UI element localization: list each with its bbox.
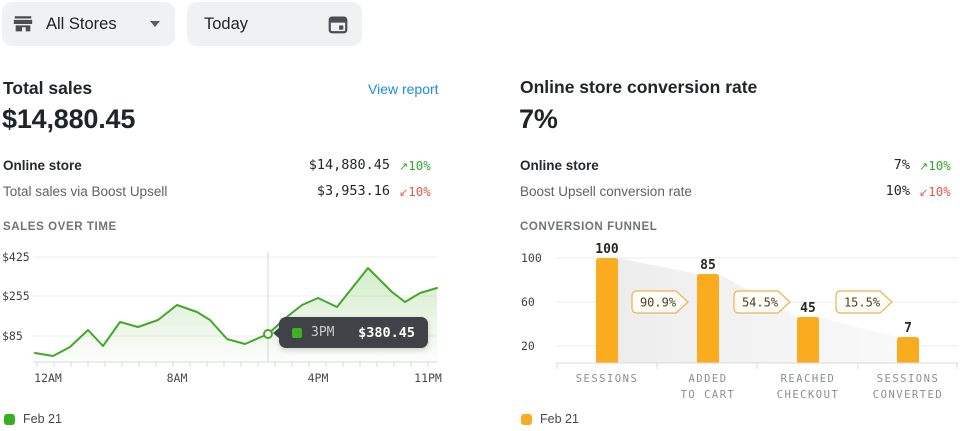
date-selector-label: Today bbox=[204, 15, 248, 34]
change-value: 10% bbox=[928, 184, 951, 199]
y-tick-label: $255 bbox=[2, 289, 30, 303]
row-label: Boost Upsell conversion rate bbox=[520, 184, 886, 199]
row-value: $3,953.16 bbox=[317, 183, 390, 199]
sales-chart-section-title: SALES OVER TIME bbox=[3, 221, 117, 233]
legend-swatch-green bbox=[4, 414, 15, 425]
category-label: TO CART bbox=[681, 389, 736, 401]
sales-row-online-store: Online store $14,880.45 ↗ 10% bbox=[3, 153, 437, 177]
change-indicator: ↙ 10% bbox=[399, 184, 437, 199]
calendar-icon bbox=[327, 13, 349, 35]
x-axis-ticks bbox=[557, 363, 957, 369]
change-indicator: ↗ 10% bbox=[399, 158, 437, 173]
category-label: SESSIONS bbox=[576, 373, 639, 385]
category-label: CONVERTED bbox=[873, 389, 943, 401]
y-tick-label: $425 bbox=[2, 250, 30, 264]
y-tick-label: $85 bbox=[2, 329, 23, 343]
x-tick-label: 4PM bbox=[308, 371, 329, 385]
funnel-section-title: CONVERSION FUNNEL bbox=[520, 221, 657, 233]
category-label: CHECKOUT bbox=[777, 389, 840, 401]
x-tick-label: 12AM bbox=[34, 371, 62, 385]
conversion-panel-title: Online store conversion rate bbox=[520, 77, 757, 98]
bar-value-label: 100 bbox=[595, 242, 619, 257]
store-selector-label: All Stores bbox=[46, 15, 117, 34]
change-indicator: ↙ 10% bbox=[919, 184, 957, 199]
row-label: Online store bbox=[3, 158, 309, 173]
storefront-icon bbox=[12, 13, 34, 35]
conversion-row-boost-upsell: Boost Upsell conversion rate 10% ↙ 10% bbox=[520, 179, 957, 203]
y-tick-label: 20 bbox=[521, 339, 535, 353]
x-tick-label: 11PM bbox=[414, 371, 442, 385]
legend-label: Feb 21 bbox=[540, 412, 579, 426]
row-value: $14,880.45 bbox=[309, 157, 390, 173]
tooltip-time: 3PM bbox=[311, 325, 334, 340]
funnel-legend: Feb 21 bbox=[521, 412, 579, 426]
conversion-funnel-chart[interactable]: 90.9% 54.5% 15.5% 100 85 45 7 100 60 20 … bbox=[480, 240, 960, 410]
funnel-bar-reached-checkout[interactable] bbox=[797, 317, 819, 363]
category-label: REACHED bbox=[781, 373, 836, 385]
y-tick-label: 60 bbox=[521, 295, 535, 309]
change-indicator: ↗ 10% bbox=[919, 158, 957, 173]
store-selector-button[interactable]: All Stores bbox=[2, 2, 175, 46]
arrow-down-icon: ↙ bbox=[919, 188, 928, 199]
view-report-link[interactable]: View report bbox=[368, 81, 439, 97]
change-value: 10% bbox=[928, 158, 951, 173]
arrow-up-icon: ↗ bbox=[399, 162, 408, 173]
row-label: Online store bbox=[520, 158, 894, 173]
sales-headline-value: $14,880.45 bbox=[2, 104, 135, 135]
hover-marker bbox=[264, 330, 272, 338]
bar-value-label: 45 bbox=[800, 301, 816, 316]
x-axis-ticks bbox=[37, 362, 428, 367]
change-value: 10% bbox=[408, 158, 431, 173]
change-value: 10% bbox=[408, 184, 431, 199]
conversion-headline-value: 7% bbox=[519, 104, 558, 135]
y-tick-label: 100 bbox=[521, 251, 542, 265]
date-selector-button[interactable]: Today bbox=[187, 2, 362, 46]
category-label: ADDED bbox=[688, 373, 727, 385]
legend-label: Feb 21 bbox=[23, 412, 62, 426]
category-label: SESSIONS bbox=[877, 373, 940, 385]
stage-rate-label: 90.9% bbox=[640, 296, 677, 310]
funnel-bar-sessions[interactable] bbox=[596, 258, 618, 363]
row-value: 7% bbox=[894, 157, 910, 173]
arrow-down-icon: ↙ bbox=[399, 188, 408, 199]
arrow-up-icon: ↗ bbox=[919, 162, 928, 173]
chart-tooltip: 3PM $380.45 bbox=[279, 317, 428, 348]
sales-row-boost-upsell: Total sales via Boost Upsell $3,953.16 ↙… bbox=[3, 179, 437, 203]
funnel-bar-sessions-converted[interactable] bbox=[897, 337, 919, 363]
chevron-down-icon bbox=[149, 20, 161, 28]
stage-rate-label: 15.5% bbox=[844, 296, 881, 310]
sales-legend: Feb 21 bbox=[4, 412, 62, 426]
analytics-dashboard: All Stores Today Total sales View report… bbox=[0, 0, 960, 431]
sales-panel-title: Total sales bbox=[3, 78, 92, 99]
tooltip-series-swatch bbox=[292, 328, 302, 338]
row-value: 10% bbox=[886, 183, 910, 199]
tooltip-value: $380.45 bbox=[358, 325, 415, 341]
funnel-bar-added-to-cart[interactable] bbox=[697, 274, 719, 363]
conversion-row-online-store: Online store 7% ↗ 10% bbox=[520, 153, 957, 177]
bar-value-label: 7 bbox=[904, 321, 912, 336]
stage-rate-label: 54.5% bbox=[742, 296, 779, 310]
row-label: Total sales via Boost Upsell bbox=[3, 184, 317, 199]
legend-swatch-orange bbox=[521, 414, 532, 425]
x-tick-label: 8AM bbox=[167, 371, 188, 385]
bar-value-label: 85 bbox=[700, 258, 716, 273]
